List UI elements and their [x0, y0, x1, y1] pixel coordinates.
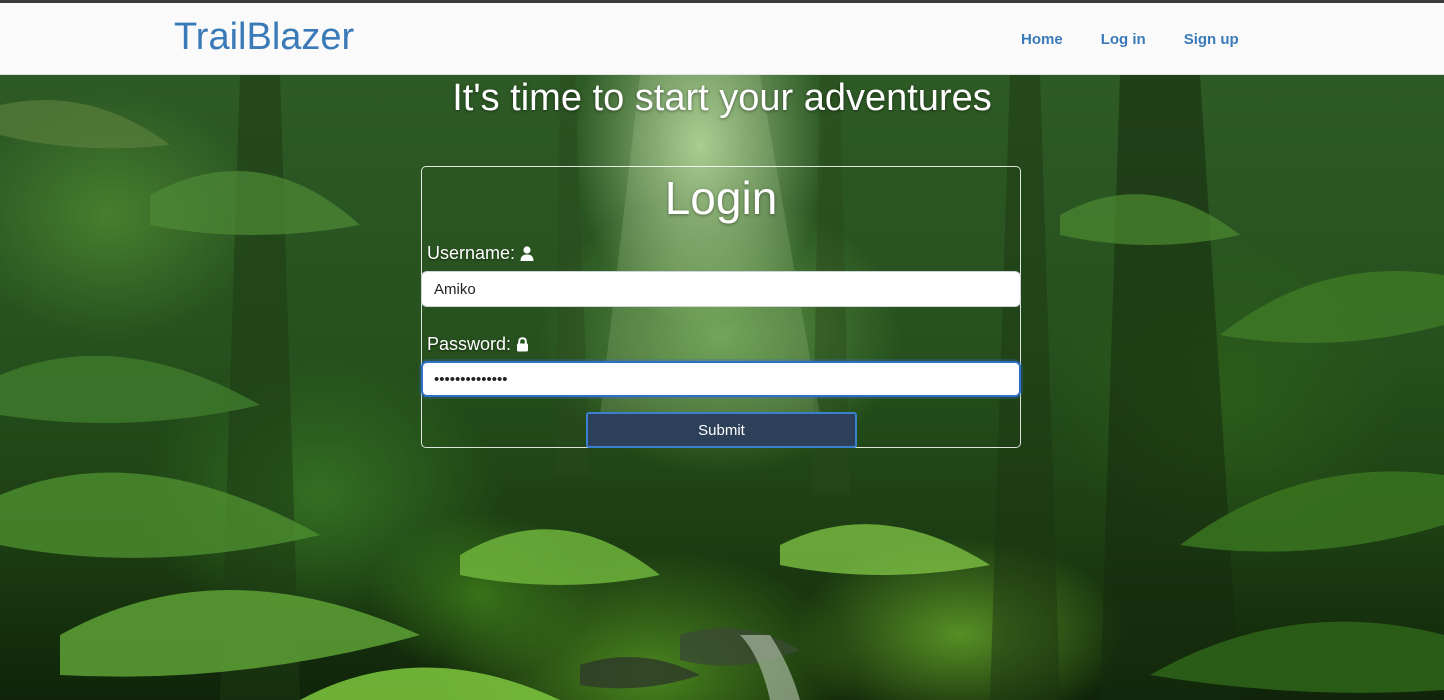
nav-link-home[interactable]: Home — [1021, 31, 1063, 49]
navbar: TrailBlazer Home Log in Sign up — [0, 3, 1444, 75]
username-label: Username: — [427, 242, 534, 264]
password-label-text: Password: — [427, 334, 512, 354]
password-input[interactable] — [421, 361, 1021, 397]
nav-link-login[interactable]: Log in — [1101, 31, 1146, 49]
user-icon — [520, 245, 534, 261]
username-label-text: Username: — [427, 243, 516, 263]
login-form: Login Username: Password: Submit — [421, 166, 1021, 448]
brand-logo-link[interactable]: TrailBlazer — [174, 15, 354, 59]
nav-link-signup[interactable]: Sign up — [1184, 31, 1239, 49]
nav-links: Home Log in Sign up — [1021, 31, 1277, 49]
login-title: Login — [664, 172, 778, 224]
hero-tagline: It's time to start your adventures — [452, 77, 992, 119]
submit-button[interactable]: Submit — [586, 412, 857, 448]
password-label: Password: — [427, 333, 529, 355]
username-input[interactable] — [421, 271, 1021, 307]
lock-icon — [516, 336, 529, 352]
